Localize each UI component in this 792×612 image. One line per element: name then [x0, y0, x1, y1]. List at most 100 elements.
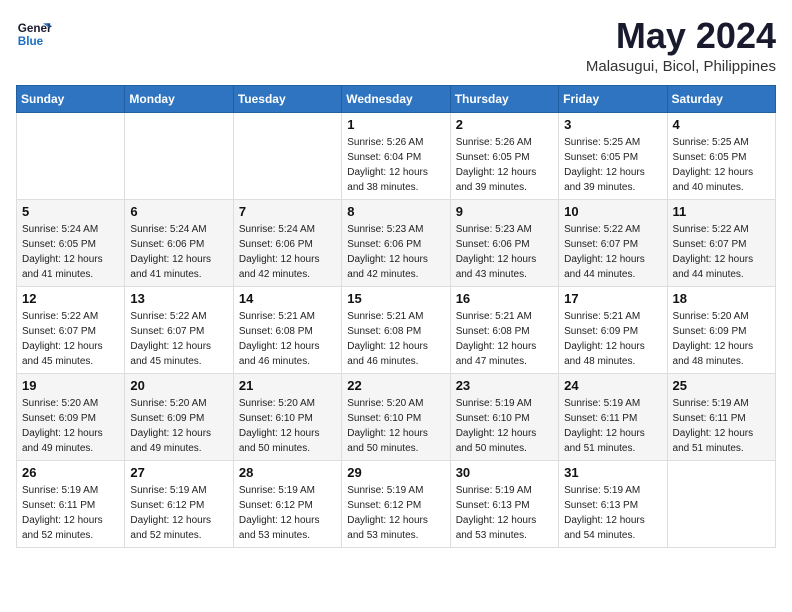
- svg-text:Blue: Blue: [18, 35, 44, 48]
- page-header: General Blue May 2024 Malasugui, Bicol, …: [16, 16, 776, 75]
- day-info: Sunrise: 5:21 AM Sunset: 6:08 PM Dayligh…: [456, 309, 553, 369]
- day-info: Sunrise: 5:22 AM Sunset: 6:07 PM Dayligh…: [22, 309, 119, 369]
- day-number: 2: [456, 117, 553, 132]
- day-number: 4: [673, 117, 770, 132]
- weekday-header-tuesday: Tuesday: [233, 85, 341, 112]
- day-number: 30: [456, 465, 553, 480]
- day-info: Sunrise: 5:19 AM Sunset: 6:11 PM Dayligh…: [673, 396, 770, 456]
- day-number: 27: [130, 465, 227, 480]
- weekday-header-row: SundayMondayTuesdayWednesdayThursdayFrid…: [17, 85, 776, 112]
- day-cell: 30Sunrise: 5:19 AM Sunset: 6:13 PM Dayli…: [450, 460, 558, 547]
- day-cell: 21Sunrise: 5:20 AM Sunset: 6:10 PM Dayli…: [233, 373, 341, 460]
- day-number: 15: [347, 291, 444, 306]
- day-cell: [667, 460, 775, 547]
- day-number: 25: [673, 378, 770, 393]
- day-cell: [233, 112, 341, 199]
- day-number: 10: [564, 204, 661, 219]
- day-info: Sunrise: 5:19 AM Sunset: 6:11 PM Dayligh…: [564, 396, 661, 456]
- day-cell: 1 Sunrise: 5:26 AM Sunset: 6:04 PM Daylig…: [342, 112, 450, 199]
- day-info: Sunrise: 5:24 AM Sunset: 6:05 PM Dayligh…: [22, 222, 119, 282]
- day-info: Sunrise: 5:20 AM Sunset: 6:10 PM Dayligh…: [347, 396, 444, 456]
- week-row-3: 19 Sunrise: 5:20 AM Sunset: 6:09 PM Dayli…: [17, 373, 776, 460]
- day-cell: 8 Sunrise: 5:23 AM Sunset: 6:06 PM Daylig…: [342, 199, 450, 286]
- day-cell: 24 Sunrise: 5:19 AM Sunset: 6:11 PM Dayli…: [559, 373, 667, 460]
- day-info: Sunrise: 5:19 AM Sunset: 6:13 PM Dayligh…: [564, 483, 661, 543]
- day-cell: [125, 112, 233, 199]
- day-cell: 19 Sunrise: 5:20 AM Sunset: 6:09 PM Dayli…: [17, 373, 125, 460]
- day-cell: 26 Sunrise: 5:19 AM Sunset: 6:11 PM Dayli…: [17, 460, 125, 547]
- day-info: Sunrise: 5:26 AM Sunset: 6:04 PM Dayligh…: [347, 135, 444, 195]
- day-cell: 14 Sunrise: 5:21 AM Sunset: 6:08 PM Dayli…: [233, 286, 341, 373]
- day-info: Sunrise: 5:20 AM Sunset: 6:09 PM Dayligh…: [673, 309, 770, 369]
- day-info: Sunrise: 5:21 AM Sunset: 6:08 PM Dayligh…: [239, 309, 336, 369]
- day-cell: 17 Sunrise: 5:21 AM Sunset: 6:09 PM Dayli…: [559, 286, 667, 373]
- day-info: Sunrise: 5:26 AM Sunset: 6:05 PM Dayligh…: [456, 135, 553, 195]
- day-info: Sunrise: 5:25 AM Sunset: 6:05 PM Dayligh…: [564, 135, 661, 195]
- day-cell: 29 Sunrise: 5:19 AM Sunset: 6:12 PM Dayli…: [342, 460, 450, 547]
- day-info: Sunrise: 5:25 AM Sunset: 6:05 PM Dayligh…: [673, 135, 770, 195]
- day-number: 14: [239, 291, 336, 306]
- day-number: 26: [22, 465, 119, 480]
- weekday-header-friday: Friday: [559, 85, 667, 112]
- day-cell: 11 Sunrise: 5:22 AM Sunset: 6:07 PM Dayli…: [667, 199, 775, 286]
- day-number: 3: [564, 117, 661, 132]
- week-row-2: 12Sunrise: 5:22 AM Sunset: 6:07 PM Dayli…: [17, 286, 776, 373]
- day-info: Sunrise: 5:20 AM Sunset: 6:09 PM Dayligh…: [22, 396, 119, 456]
- day-cell: 5 Sunrise: 5:24 AM Sunset: 6:05 PM Daylig…: [17, 199, 125, 286]
- day-number: 9: [456, 204, 553, 219]
- day-number: 5: [22, 204, 119, 219]
- calendar-table: SundayMondayTuesdayWednesdayThursdayFrid…: [16, 85, 776, 548]
- day-cell: 22 Sunrise: 5:20 AM Sunset: 6:10 PM Dayli…: [342, 373, 450, 460]
- day-cell: 7 Sunrise: 5:24 AM Sunset: 6:06 PM Daylig…: [233, 199, 341, 286]
- day-number: 16: [456, 291, 553, 306]
- weekday-header-sunday: Sunday: [17, 85, 125, 112]
- day-info: Sunrise: 5:22 AM Sunset: 6:07 PM Dayligh…: [673, 222, 770, 282]
- day-info: Sunrise: 5:20 AM Sunset: 6:10 PM Dayligh…: [239, 396, 336, 456]
- day-number: 1: [347, 117, 444, 132]
- month-title: May 2024: [586, 16, 776, 56]
- weekday-header-saturday: Saturday: [667, 85, 775, 112]
- day-cell: 16 Sunrise: 5:21 AM Sunset: 6:08 PM Dayli…: [450, 286, 558, 373]
- day-cell: 9 Sunrise: 5:23 AM Sunset: 6:06 PM Daylig…: [450, 199, 558, 286]
- day-number: 11: [673, 204, 770, 219]
- day-cell: 25 Sunrise: 5:19 AM Sunset: 6:11 PM Dayli…: [667, 373, 775, 460]
- day-info: Sunrise: 5:21 AM Sunset: 6:09 PM Dayligh…: [564, 309, 661, 369]
- day-cell: 27 Sunrise: 5:19 AM Sunset: 6:12 PM Dayli…: [125, 460, 233, 547]
- day-number: 31: [564, 465, 661, 480]
- day-cell: 6 Sunrise: 5:24 AM Sunset: 6:06 PM Daylig…: [125, 199, 233, 286]
- day-cell: 10 Sunrise: 5:22 AM Sunset: 6:07 PM Dayli…: [559, 199, 667, 286]
- day-cell: 18Sunrise: 5:20 AM Sunset: 6:09 PM Dayli…: [667, 286, 775, 373]
- day-cell: 12Sunrise: 5:22 AM Sunset: 6:07 PM Dayli…: [17, 286, 125, 373]
- day-info: Sunrise: 5:22 AM Sunset: 6:07 PM Dayligh…: [564, 222, 661, 282]
- day-number: 20: [130, 378, 227, 393]
- day-number: 7: [239, 204, 336, 219]
- day-info: Sunrise: 5:24 AM Sunset: 6:06 PM Dayligh…: [130, 222, 227, 282]
- day-cell: 20Sunrise: 5:20 AM Sunset: 6:09 PM Dayli…: [125, 373, 233, 460]
- week-row-1: 5 Sunrise: 5:24 AM Sunset: 6:05 PM Daylig…: [17, 199, 776, 286]
- day-number: 6: [130, 204, 227, 219]
- weekday-header-thursday: Thursday: [450, 85, 558, 112]
- day-info: Sunrise: 5:23 AM Sunset: 6:06 PM Dayligh…: [456, 222, 553, 282]
- day-cell: 31 Sunrise: 5:19 AM Sunset: 6:13 PM Dayli…: [559, 460, 667, 547]
- day-info: Sunrise: 5:23 AM Sunset: 6:06 PM Dayligh…: [347, 222, 444, 282]
- logo: General Blue: [16, 16, 52, 52]
- day-number: 13: [130, 291, 227, 306]
- day-info: Sunrise: 5:19 AM Sunset: 6:12 PM Dayligh…: [347, 483, 444, 543]
- day-cell: 2 Sunrise: 5:26 AM Sunset: 6:05 PM Daylig…: [450, 112, 558, 199]
- day-info: Sunrise: 5:19 AM Sunset: 6:10 PM Dayligh…: [456, 396, 553, 456]
- day-cell: [17, 112, 125, 199]
- day-info: Sunrise: 5:19 AM Sunset: 6:11 PM Dayligh…: [22, 483, 119, 543]
- day-cell: 4 Sunrise: 5:25 AM Sunset: 6:05 PM Daylig…: [667, 112, 775, 199]
- day-cell: 15 Sunrise: 5:21 AM Sunset: 6:08 PM Dayli…: [342, 286, 450, 373]
- day-number: 24: [564, 378, 661, 393]
- day-number: 19: [22, 378, 119, 393]
- day-info: Sunrise: 5:24 AM Sunset: 6:06 PM Dayligh…: [239, 222, 336, 282]
- day-number: 22: [347, 378, 444, 393]
- day-number: 8: [347, 204, 444, 219]
- day-info: Sunrise: 5:21 AM Sunset: 6:08 PM Dayligh…: [347, 309, 444, 369]
- day-number: 29: [347, 465, 444, 480]
- weekday-header-wednesday: Wednesday: [342, 85, 450, 112]
- day-cell: 3 Sunrise: 5:25 AM Sunset: 6:05 PM Daylig…: [559, 112, 667, 199]
- day-number: 17: [564, 291, 661, 306]
- day-info: Sunrise: 5:19 AM Sunset: 6:12 PM Dayligh…: [130, 483, 227, 543]
